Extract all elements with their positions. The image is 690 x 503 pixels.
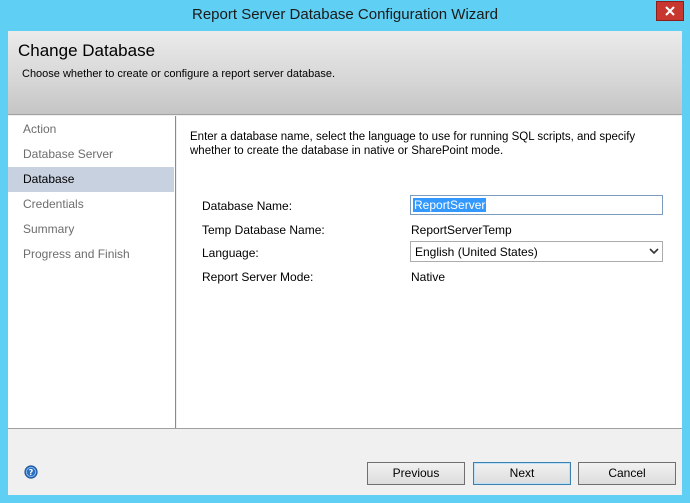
svg-text:?: ? bbox=[29, 468, 34, 477]
content-panel: Enter a database name, select the langua… bbox=[177, 116, 682, 428]
nav-item-progress-and-finish[interactable]: Progress and Finish bbox=[8, 242, 174, 267]
temp-database-name-value: ReportServerTemp bbox=[411, 223, 512, 237]
nav-item-database[interactable]: Database bbox=[8, 167, 174, 192]
language-label: Language: bbox=[202, 246, 259, 260]
next-button[interactable]: Next bbox=[473, 462, 571, 485]
report-server-mode-label: Report Server Mode: bbox=[202, 270, 314, 284]
language-value: English (United States) bbox=[415, 245, 538, 259]
cancel-button[interactable]: Cancel bbox=[578, 462, 676, 485]
database-name-input[interactable]: ReportServer bbox=[410, 195, 663, 215]
nav-item-database-server[interactable]: Database Server bbox=[8, 142, 174, 167]
temp-database-name-label: Temp Database Name: bbox=[202, 223, 325, 237]
page-title: Change Database bbox=[18, 41, 156, 60]
nav-item-summary[interactable]: Summary bbox=[8, 217, 174, 242]
page-header: Change Database Choose whether to create… bbox=[8, 31, 682, 115]
client-area: Change Database Choose whether to create… bbox=[8, 31, 682, 495]
intro-text: Enter a database name, select the langua… bbox=[190, 131, 636, 157]
help-icon[interactable]: ? bbox=[24, 465, 38, 479]
wizard-window: Report Server Database Configuration Wiz… bbox=[0, 0, 690, 503]
chevron-down-icon bbox=[649, 248, 659, 255]
close-button[interactable] bbox=[656, 1, 684, 21]
nav-item-action[interactable]: Action bbox=[8, 117, 174, 142]
language-select[interactable]: English (United States) bbox=[410, 241, 663, 262]
report-server-mode-value: Native bbox=[411, 270, 446, 284]
page-subtitle: Choose whether to create or configure a … bbox=[22, 68, 336, 80]
window-title: Report Server Database Configuration Wiz… bbox=[192, 6, 498, 23]
previous-button[interactable]: Previous bbox=[367, 462, 465, 485]
title-bar[interactable]: Report Server Database Configuration Wiz… bbox=[0, 0, 690, 31]
wizard-steps-nav: Action Database Server Database Credenti… bbox=[8, 116, 176, 428]
database-name-value: ReportServer bbox=[413, 198, 487, 212]
database-name-label: Database Name: bbox=[202, 199, 293, 213]
nav-item-credentials[interactable]: Credentials bbox=[8, 192, 174, 217]
close-icon bbox=[665, 6, 675, 16]
wizard-footer: ? Previous Next Cancel bbox=[8, 428, 682, 495]
